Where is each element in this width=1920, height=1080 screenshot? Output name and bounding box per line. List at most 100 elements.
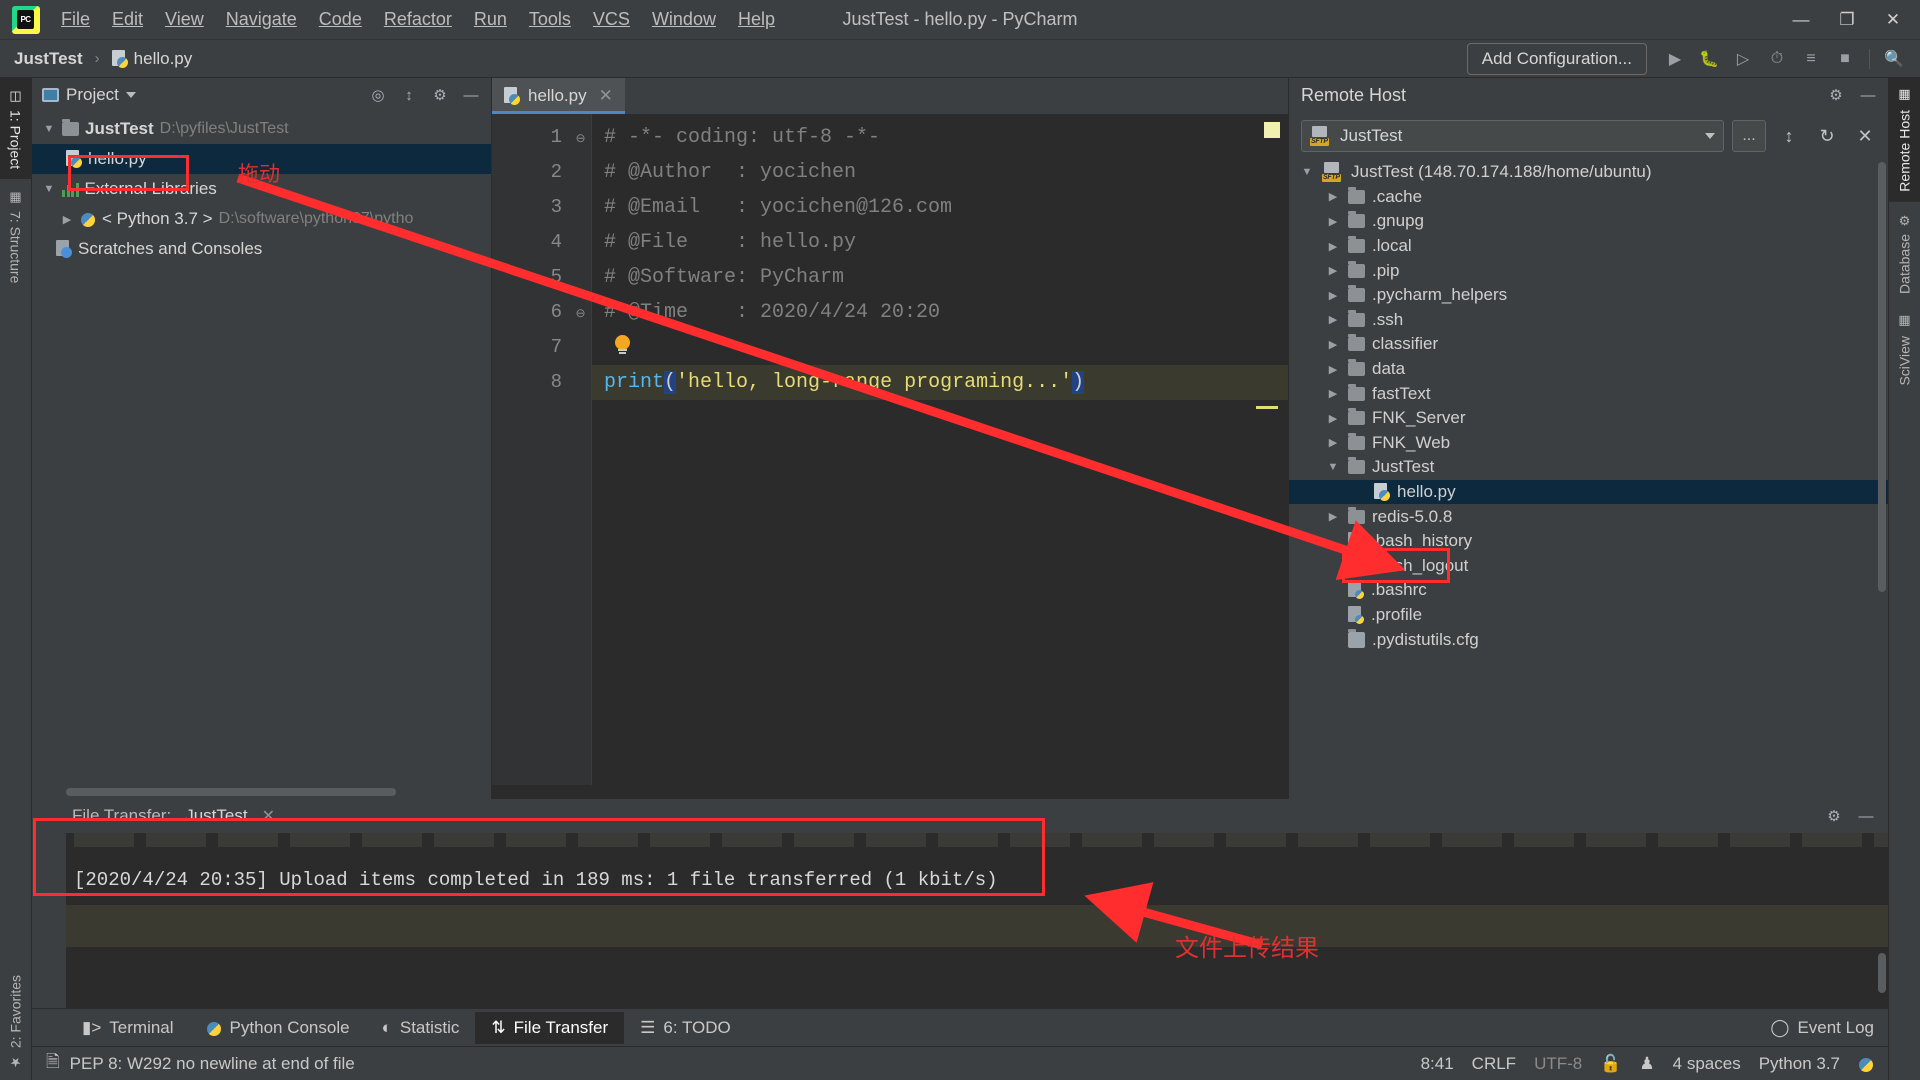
remote-tree-row[interactable]: hello.py	[1289, 479, 1888, 505]
chevron-down-icon[interactable]	[125, 92, 136, 98]
chevron-right-icon[interactable]: ▶	[60, 213, 74, 226]
sidebar-item-structure[interactable]: ▦ 7: Structure	[0, 179, 31, 293]
unlock-icon[interactable]: 🔓	[1600, 1054, 1621, 1074]
chevron-right-icon[interactable]: ▶	[1325, 510, 1341, 523]
caret-position[interactable]: 8:41	[1421, 1054, 1454, 1074]
chevron-right-icon[interactable]: ▶	[1325, 363, 1341, 376]
run-with-console-icon[interactable]: ≡	[1795, 44, 1827, 74]
chevron-right-icon[interactable]: ▶	[1325, 215, 1341, 228]
gear-icon[interactable]: ⚙	[426, 82, 454, 108]
breadcrumb-file[interactable]: hello.py	[134, 49, 193, 69]
close-icon[interactable]: ✕	[262, 806, 275, 826]
breadcrumb-project[interactable]: JustTest	[14, 49, 83, 69]
chevron-right-icon[interactable]: ▶	[1325, 313, 1341, 326]
project-horizontal-scrollbar[interactable]	[32, 785, 491, 799]
chevron-down-icon[interactable]: ▼	[1325, 461, 1341, 473]
file-transfer-console[interactable]: [2020/4/24 20:35] Upload items completed…	[66, 833, 1888, 1008]
chevron-right-icon[interactable]: ▶	[1325, 240, 1341, 253]
locate-icon[interactable]: ◎	[364, 82, 392, 108]
hector-icon[interactable]: ♟	[1639, 1054, 1654, 1074]
remote-tree-row[interactable]: ▶ fastText	[1289, 381, 1888, 406]
minimize-icon[interactable]: —	[1778, 0, 1824, 40]
console-scrollbar[interactable]	[1878, 953, 1886, 993]
gear-icon[interactable]: ⚙	[1822, 82, 1850, 108]
remote-tree-row[interactable]: ▶ .ssh	[1289, 308, 1888, 333]
chevron-right-icon[interactable]: ▶	[1325, 412, 1341, 425]
hide-icon[interactable]: —	[1852, 803, 1880, 829]
run-icon[interactable]: ▶	[1659, 44, 1691, 74]
chevron-right-icon[interactable]: ▶	[1325, 289, 1341, 302]
remote-tree-row[interactable]: .bash_logout	[1289, 554, 1888, 579]
remote-tree-row[interactable]: ▶ FNK_Server	[1289, 406, 1888, 431]
chevron-down-icon[interactable]: ▼	[42, 183, 56, 195]
remote-tree-row[interactable]: .bashrc	[1289, 578, 1888, 603]
indent-setting[interactable]: 4 spaces	[1673, 1054, 1741, 1074]
tree-row-external-libraries[interactable]: ▼ External Libraries	[32, 174, 491, 204]
menu-navigate[interactable]: Navigate	[215, 5, 308, 34]
run-coverage-icon[interactable]: ▷	[1727, 44, 1759, 74]
hide-icon[interactable]: —	[1854, 82, 1882, 108]
close-icon[interactable]: ✕	[1850, 121, 1880, 151]
remote-tree-row[interactable]: ▼ SFTP JustTest (148.70.174.188/home/ubunt…	[1289, 160, 1888, 185]
chevron-down-icon[interactable]: ▼	[1299, 166, 1315, 178]
menu-refactor[interactable]: Refactor	[373, 5, 463, 34]
remote-tree-row[interactable]: .pydistutils.cfg	[1289, 627, 1888, 652]
collapse-all-icon[interactable]: ↕	[395, 82, 423, 108]
code-folding-gutter[interactable]: ⊖ ⊖	[570, 114, 592, 785]
tree-row-scratches[interactable]: Scratches and Consoles	[32, 234, 491, 264]
interpreter-setting[interactable]: Python 3.7	[1759, 1054, 1840, 1074]
remote-tree-row[interactable]: ▼ JustTest	[1289, 455, 1888, 480]
remote-tree-row[interactable]: ▶ .gnupg	[1289, 209, 1888, 234]
menu-run[interactable]: Run	[463, 5, 518, 34]
file-encoding[interactable]: UTF-8	[1534, 1054, 1582, 1074]
hide-icon[interactable]: —	[457, 82, 485, 108]
maximize-icon[interactable]: ❐	[1824, 0, 1870, 40]
sidebar-item-remote-host[interactable]: Remote Host ▦	[1889, 78, 1920, 202]
remote-tree-row[interactable]: ▶ classifier	[1289, 332, 1888, 357]
debug-icon[interactable]: 🐛	[1693, 44, 1725, 74]
sidebar-item-favorites[interactable]: ★ 2: Favorites	[0, 965, 31, 1080]
intention-bulb-icon[interactable]	[614, 335, 631, 356]
chevron-right-icon[interactable]: ▶	[1325, 387, 1341, 400]
remote-tree-row[interactable]: ▶ FNK_Web	[1289, 431, 1888, 456]
close-icon[interactable]: ✕	[1870, 0, 1916, 40]
chevron-right-icon[interactable]: ▶	[1325, 436, 1341, 449]
profile-icon[interactable]: ⏱	[1761, 44, 1793, 74]
sidebar-item-database[interactable]: Database ⚙	[1889, 202, 1920, 304]
event-log-button[interactable]: ◯ Event Log	[1770, 1018, 1888, 1038]
sidebar-item-sciview[interactable]: SciView ▦	[1889, 304, 1920, 396]
menu-code[interactable]: Code	[308, 5, 373, 34]
fold-marker[interactable]: ⊖	[570, 120, 591, 155]
remote-tree-row[interactable]: .bash_history	[1289, 529, 1888, 554]
remote-tree-row[interactable]: ▶ data	[1289, 357, 1888, 382]
close-icon[interactable]: ✕	[599, 86, 613, 106]
menu-help[interactable]: Help	[727, 5, 786, 34]
chevron-down-icon[interactable]: ▼	[42, 123, 56, 135]
refresh-icon[interactable]: ↻	[1812, 121, 1842, 151]
tree-row-python-37[interactable]: ▶ < Python 3.7 > D:\software\python37\py…	[32, 204, 491, 234]
menu-tools[interactable]: Tools	[518, 5, 582, 34]
menu-file[interactable]: File	[50, 5, 101, 34]
menu-view[interactable]: View	[154, 5, 215, 34]
tool-button-todo[interactable]: ☰ 6: TODO	[624, 1012, 747, 1044]
remote-tree-row[interactable]: ▶ .pycharm_helpers	[1289, 283, 1888, 308]
chevron-down-icon[interactable]	[1705, 133, 1715, 139]
chevron-right-icon[interactable]: ▶	[1325, 338, 1341, 351]
menu-edit[interactable]: Edit	[101, 5, 154, 34]
tool-button-statistic[interactable]: ◐ Statistic	[366, 1012, 476, 1044]
add-configuration-button[interactable]: Add Configuration...	[1466, 42, 1647, 75]
remote-tree-row[interactable]: ▶ redis-5.0.8	[1289, 504, 1888, 529]
tool-button-python-console[interactable]: Python Console	[190, 1012, 366, 1044]
tree-row-justtest[interactable]: ▼ JustTest D:\pyfiles\JustTest	[32, 114, 491, 144]
gear-icon[interactable]: ⚙	[1820, 803, 1848, 829]
fold-marker[interactable]: ⊖	[570, 295, 591, 330]
tool-button-terminal[interactable]: ▮> Terminal	[66, 1012, 190, 1044]
python-settings-icon[interactable]	[1858, 1055, 1874, 1073]
remote-host-select[interactable]: SFTP JustTest	[1301, 120, 1724, 152]
remote-file-tree[interactable]: ▼ SFTP JustTest (148.70.174.188/home/ubunt…	[1289, 160, 1888, 799]
code-content[interactable]: # -*- coding: utf-8 -*- # @Author : yoci…	[592, 114, 1288, 785]
remote-tree-row[interactable]: ▶ .local	[1289, 234, 1888, 259]
chevron-right-icon[interactable]: ▶	[1325, 264, 1341, 277]
stop-icon[interactable]: ■	[1829, 44, 1861, 74]
search-everywhere-icon[interactable]: 🔍	[1878, 44, 1910, 74]
